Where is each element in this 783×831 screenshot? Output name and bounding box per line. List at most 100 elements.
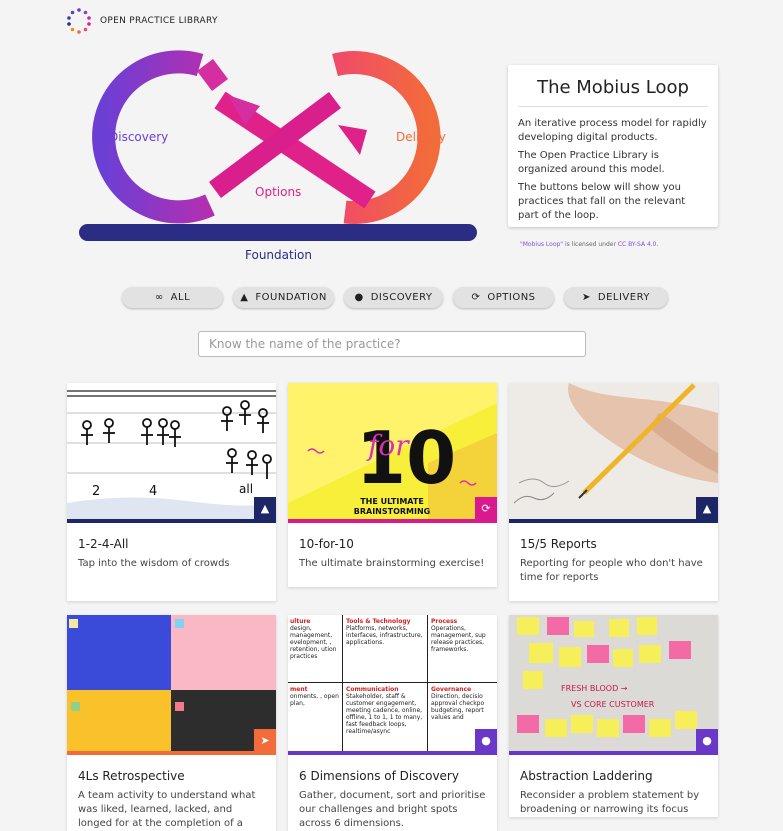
hand-writing-photo xyxy=(509,383,718,519)
filter-discovery-button[interactable]: ● DISCOVERY xyxy=(344,287,443,308)
brand-name[interactable]: OPEN PRACTICE LIBRARY xyxy=(100,16,218,26)
filter-label: DISCOVERY xyxy=(370,292,433,303)
card-description: Reporting for people who don't have time… xyxy=(520,558,703,583)
dimension-cell: Communication Stakeholder, staff & custo… xyxy=(343,683,428,751)
mountain-icon: ▲ xyxy=(696,497,718,519)
stick-figure-number: 2 xyxy=(92,484,100,499)
options-cross-3 xyxy=(197,59,228,91)
info-paragraph: An iterative process model for rapidly d… xyxy=(518,118,707,143)
card-category-bar xyxy=(288,519,497,523)
info-title: The Mobius Loop xyxy=(537,77,689,98)
card-category-bar xyxy=(509,751,718,755)
card-image: 10 for THE ULTIMATE BRAINSTORMING ⟳ xyxy=(288,383,497,519)
stick-figure-number: 4 xyxy=(149,484,157,499)
loop-discovery-label: Discovery xyxy=(109,130,169,144)
practice-card-15-5-reports[interactable]: ▲ 15/5 Reports Reporting for people who … xyxy=(509,383,718,601)
dimension-text: Stakeholder, staff & customer engagement… xyxy=(346,693,423,735)
practice-search-input[interactable] xyxy=(198,331,586,357)
mobius-info-card: The Mobius Loop An iterative process mod… xyxy=(508,65,718,227)
license-note: "Mobius Loop" is licensed under CC BY-SA… xyxy=(520,241,658,248)
arrow-head-right-icon xyxy=(338,125,367,155)
card-description: The ultimate brainstorming exercise! xyxy=(299,558,485,569)
foundation-bar xyxy=(79,224,477,241)
filter-delivery-button[interactable]: ➤ DELIVERY xyxy=(564,287,668,308)
dimension-heading: Governance xyxy=(431,686,472,693)
card-image: ulture design, management, evelopment, ,… xyxy=(288,615,497,751)
dimension-heading: Communication xyxy=(346,686,399,693)
practice-card-abstraction-laddering[interactable]: FRESH BLOOD → VS CORE CUSTOMER ● Abstrac… xyxy=(509,615,718,817)
compass-icon: ● xyxy=(354,292,364,303)
filter-options-button[interactable]: ⟳ OPTIONS xyxy=(453,287,554,308)
filter-label: FOUNDATION xyxy=(255,292,327,303)
card-category-bar xyxy=(67,519,276,523)
dimension-text: onments, , open plan, xyxy=(290,693,339,707)
dimension-heading: ment xyxy=(290,686,308,693)
practice-card-4ls-retrospective[interactable]: ➤ 4Ls Retrospective A team activity to u… xyxy=(67,615,276,831)
sticky-note-text: FRESH BLOOD → xyxy=(561,684,628,693)
loop-options-label: Options xyxy=(255,185,302,199)
compass-icon: ● xyxy=(475,729,497,751)
filter-all-button[interactable]: ∞ ALL xyxy=(122,287,223,308)
card-category-bar xyxy=(288,751,497,755)
filter-label: DELIVERY xyxy=(597,292,650,303)
loop-delivery-label: Delivery xyxy=(396,130,446,144)
compass-icon: ● xyxy=(696,729,718,751)
license-text: is licensed under xyxy=(563,241,618,248)
card-category-bar xyxy=(509,519,718,523)
card-image: ▲ xyxy=(509,383,718,519)
sticky-note-text: VS CORE CUSTOMER xyxy=(571,700,655,709)
filter-label: ALL xyxy=(170,292,191,303)
cc-license-link[interactable]: CC BY-SA 4.0. xyxy=(618,241,659,248)
filter-foundation-button[interactable]: ▲ FOUNDATION xyxy=(233,287,334,308)
infinity-icon: ∞ xyxy=(154,292,164,303)
card-title[interactable]: 10-for-10 xyxy=(299,537,486,551)
info-paragraph: The Open Practice Library is organized a… xyxy=(518,150,665,175)
dimension-text: Platforms, networks, interfaces, infrast… xyxy=(346,625,423,646)
card-description: A team activity to understand what was l… xyxy=(78,790,256,829)
card-category-bar xyxy=(67,751,276,755)
info-paragraph: The buttons below will show you practice… xyxy=(518,182,686,221)
filter-bar: ∞ ALL ▲ FOUNDATION ● DISCOVERY ⟳ OPTIONS… xyxy=(122,287,668,308)
card-description: Tap into the wisdom of crowds xyxy=(78,558,230,569)
header: OPEN PRACTICE LIBRARY xyxy=(66,8,218,34)
paper-plane-icon: ➤ xyxy=(581,292,591,303)
mountain-icon: ▲ xyxy=(240,292,249,303)
poster-for: for xyxy=(366,429,410,462)
practice-card-1-2-4-all[interactable]: 2 4 all ▲ 1-2-4-All Tap into the wisdom … xyxy=(67,383,276,601)
ten-for-ten-poster: 10 for THE ULTIMATE BRAINSTORMING xyxy=(288,383,497,519)
stick-figure-number: all xyxy=(239,482,253,496)
loop-foundation-label: Foundation xyxy=(245,248,312,262)
dimension-cell: ment onments, , open plan, xyxy=(288,683,343,751)
dimension-heading: Tools & Technology xyxy=(346,618,411,625)
dimensions-grid: ulture design, management, evelopment, ,… xyxy=(288,615,497,751)
card-title[interactable]: 15/5 Reports xyxy=(520,537,707,551)
card-image: FRESH BLOOD → VS CORE CUSTOMER ● xyxy=(509,615,718,751)
practice-card-10-for-10[interactable]: 10 for THE ULTIMATE BRAINSTORMING ⟳ 10-f… xyxy=(288,383,497,587)
info-divider xyxy=(518,106,708,107)
card-title[interactable]: 6 Dimensions of Discovery xyxy=(299,769,486,783)
dimension-cell: Tools & Technology Platforms, networks, … xyxy=(343,615,428,683)
card-image: ➤ xyxy=(67,615,276,751)
sync-icon: ⟳ xyxy=(471,292,481,303)
card-description: Reconsider a problem statement by broade… xyxy=(520,790,700,815)
poster-subtitle-1: THE ULTIMATE xyxy=(360,497,424,506)
card-title[interactable]: 4Ls Retrospective xyxy=(78,769,265,783)
dimension-cell: ulture design, management, evelopment, ,… xyxy=(288,615,343,683)
dimension-text: Direction, decisio approval checkpo budg… xyxy=(431,693,485,721)
dimension-heading: Process xyxy=(431,618,458,625)
card-title[interactable]: Abstraction Laddering xyxy=(520,769,707,783)
filter-label: OPTIONS xyxy=(487,292,536,303)
mountain-icon: ▲ xyxy=(254,497,276,519)
sticky-notes-photo: FRESH BLOOD → VS CORE CUSTOMER xyxy=(509,615,718,751)
sync-icon: ⟳ xyxy=(475,497,497,519)
dimension-cell: Process Operations, management, sup rele… xyxy=(428,615,497,683)
open-practice-library-logo[interactable] xyxy=(66,8,92,34)
dimension-heading: ulture xyxy=(290,618,311,625)
dimension-text: design, management, evelopment, , retent… xyxy=(290,625,337,660)
dimension-text: Operations, management, sup release prac… xyxy=(431,625,486,653)
paper-plane-icon: ➤ xyxy=(254,729,276,751)
card-image: 2 4 all ▲ xyxy=(67,383,276,519)
card-title[interactable]: 1-2-4-All xyxy=(78,537,265,551)
practice-card-6-dimensions-of-discovery[interactable]: ulture design, management, evelopment, ,… xyxy=(288,615,497,831)
mobius-loop-link[interactable]: "Mobius Loop" xyxy=(520,241,563,248)
